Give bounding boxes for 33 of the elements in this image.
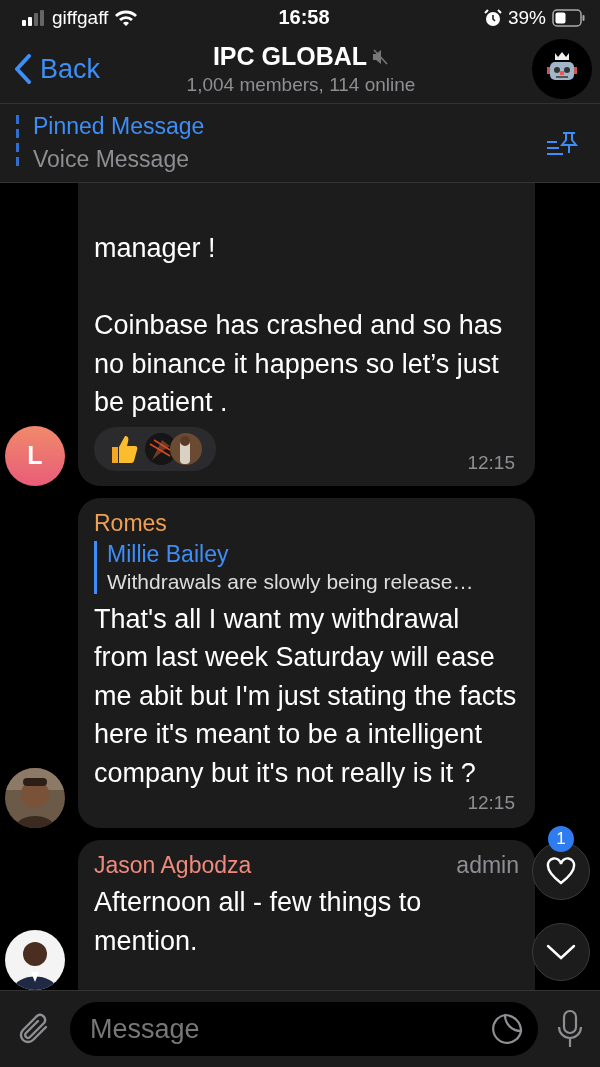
reply-preview[interactable]: Withdrawals are slowly being release… [107, 569, 519, 594]
pin-list-icon[interactable] [546, 130, 580, 156]
group-avatar[interactable] [532, 39, 592, 99]
back-button[interactable]: Back [10, 53, 140, 85]
message-text: manager ! Coinbase has crashed and so has no binance it happens so let’s just be patient . [94, 233, 503, 417]
message-time: 12:15 [466, 792, 515, 814]
carrier-name: giffgaff [52, 6, 109, 29]
message-time: 12:15 [467, 451, 515, 474]
admin-label: admin [456, 852, 519, 879]
status-time: 16:58 [278, 6, 330, 29]
reaction-pill[interactable] [94, 426, 216, 471]
alarm-icon [483, 8, 502, 27]
heart-icon [546, 857, 576, 885]
unread-reaction-badge: 1 [548, 826, 574, 852]
chevron-left-icon [14, 54, 32, 84]
pinned-preview[interactable]: Voice Message [33, 146, 546, 173]
battery-icon [552, 8, 586, 27]
sender-name[interactable]: Jason Agbodza [94, 852, 252, 879]
microphone-icon[interactable] [556, 1009, 584, 1049]
pinned-title[interactable]: Pinned Message [33, 113, 546, 140]
message-field[interactable]: Message [70, 1002, 538, 1056]
chevron-down-icon [546, 944, 576, 960]
reply-author[interactable]: Millie Bailey [107, 540, 519, 568]
wifi-icon [114, 8, 139, 27]
sender-name[interactable]: Romes [94, 509, 167, 537]
user-avatar[interactable]: L [5, 425, 65, 486]
message-text: Afternoon all - few things to mention. [94, 887, 422, 956]
chat-title: IPC GLOBAL [212, 42, 368, 71]
sticker-icon[interactable] [490, 1012, 524, 1046]
signal-icon [22, 9, 46, 26]
message-text: That's all I want my withdrawal from last week Saturday will ease me abit but I'm just stating the facts here it's meant to be a intelligent company but it's not really is it ? [94, 603, 517, 788]
battery-percentage: 39% [507, 6, 546, 29]
member-count: 1,004 members, 114 online [186, 74, 416, 96]
